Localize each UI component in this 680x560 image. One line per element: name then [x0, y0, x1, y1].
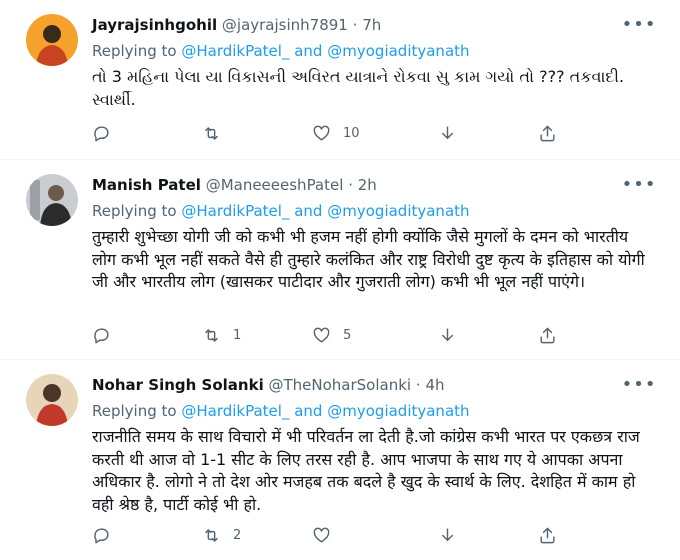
separator-dot: · — [348, 176, 353, 194]
tweet[interactable]: Nohar Singh Solanki @TheNoharSolanki · 4… — [0, 360, 680, 560]
tweet-time[interactable]: 2h — [358, 176, 377, 194]
reply-icon — [94, 328, 109, 344]
reply-button[interactable] — [92, 326, 123, 345]
share-button[interactable] — [538, 326, 557, 345]
retweet-icon — [205, 329, 218, 342]
share-icon — [540, 327, 555, 344]
retweet-count: 2 — [233, 528, 242, 543]
separator-dot: · — [415, 376, 421, 394]
mention-link[interactable]: @HardikPatel_ — [181, 42, 289, 60]
like-count: 5 — [343, 328, 352, 343]
tweet-actions: 2 — [92, 526, 592, 548]
retweet-icon — [205, 127, 218, 140]
replying-to: Replying to @HardikPatel_ and @myogiadit… — [92, 202, 470, 220]
share-button[interactable] — [538, 526, 557, 545]
mention-link[interactable]: @myogiadityanath — [327, 202, 469, 220]
retweet-button[interactable]: 1 — [202, 326, 241, 345]
heart-icon — [313, 527, 330, 543]
like-count: 10 — [343, 126, 360, 141]
mention-link[interactable]: @HardikPatel_ — [181, 402, 289, 420]
retweet-button[interactable] — [202, 124, 233, 143]
avatar[interactable] — [26, 14, 78, 66]
reply-button[interactable] — [92, 526, 123, 545]
retweet-count: 1 — [233, 328, 242, 343]
tweet-actions: 10 — [92, 124, 592, 146]
tweet-header: Jayrajsinhgohil @jayrajsinh7891 · 7h — [92, 16, 381, 34]
tweet-time[interactable]: 7h — [362, 16, 381, 34]
tweet-header: Manish Patel @ManeeeeshPatel · 2h — [92, 176, 377, 194]
and-label: and — [294, 42, 323, 60]
like-button[interactable] — [312, 526, 343, 545]
downvote-button[interactable] — [438, 526, 457, 545]
share-button[interactable] — [538, 124, 557, 143]
author-handle[interactable]: @TheNoharSolanki — [269, 376, 412, 394]
replying-label: Replying to — [92, 42, 177, 60]
replying-to: Replying to @HardikPatel_ and @myogiadit… — [92, 402, 470, 420]
like-button[interactable]: 10 — [312, 124, 360, 143]
downvote-button[interactable] — [438, 326, 457, 345]
author-handle[interactable]: @ManeeeeshPatel — [206, 176, 344, 194]
arrow-down-icon — [442, 126, 453, 139]
share-icon — [540, 125, 555, 142]
more-options-icon[interactable]: ••• — [622, 372, 656, 396]
reply-icon — [94, 126, 109, 142]
arrow-down-icon — [442, 328, 453, 341]
avatar[interactable] — [26, 374, 78, 426]
heart-icon — [313, 125, 330, 141]
reply-icon — [94, 528, 109, 544]
separator-dot: · — [352, 16, 358, 34]
retweet-button[interactable]: 2 — [202, 526, 241, 545]
like-button[interactable]: 5 — [312, 326, 351, 345]
and-label: and — [294, 202, 323, 220]
mention-link[interactable]: @myogiadityanath — [327, 42, 469, 60]
replying-label: Replying to — [92, 202, 177, 220]
more-options-icon[interactable]: ••• — [622, 12, 656, 36]
author-name[interactable]: Jayrajsinhgohil — [92, 16, 217, 34]
mention-link[interactable]: @myogiadityanath — [327, 402, 469, 420]
tweet[interactable]: Manish Patel @ManeeeeshPatel · 2h ••• Re… — [0, 160, 680, 360]
tweet-actions: 1 5 — [92, 326, 592, 348]
more-options-icon[interactable]: ••• — [622, 172, 656, 196]
replying-to: Replying to @HardikPatel_ and @myogiadit… — [92, 42, 470, 60]
share-icon — [540, 527, 555, 544]
reply-button[interactable] — [92, 124, 123, 143]
tweet-text: तुम्हारी शुभेच्छा योगी जी को कभी भी हजम … — [92, 227, 645, 291]
tweet-text: राजनीति समय के साथ विचारो में भी परिवर्त… — [92, 427, 640, 514]
replying-label: Replying to — [92, 402, 177, 420]
downvote-button[interactable] — [438, 124, 457, 143]
tweet-header: Nohar Singh Solanki @TheNoharSolanki · 4… — [92, 376, 445, 394]
tweet-time[interactable]: 4h — [425, 376, 444, 394]
tweet[interactable]: Jayrajsinhgohil @jayrajsinh7891 · 7h •••… — [0, 0, 680, 160]
author-name[interactable]: Manish Patel — [92, 176, 201, 194]
author-name[interactable]: Nohar Singh Solanki — [92, 376, 264, 394]
retweet-icon — [205, 529, 218, 542]
and-label: and — [294, 402, 323, 420]
mention-link[interactable]: @HardikPatel_ — [181, 202, 289, 220]
tweet-text: તો 3 મહિના પેલા યા વિકાસની અવિરત યાત્રાન… — [92, 67, 625, 109]
avatar[interactable] — [26, 174, 78, 226]
heart-icon — [313, 327, 330, 343]
author-handle[interactable]: @jayrajsinh7891 — [222, 16, 348, 34]
arrow-down-icon — [442, 528, 453, 541]
